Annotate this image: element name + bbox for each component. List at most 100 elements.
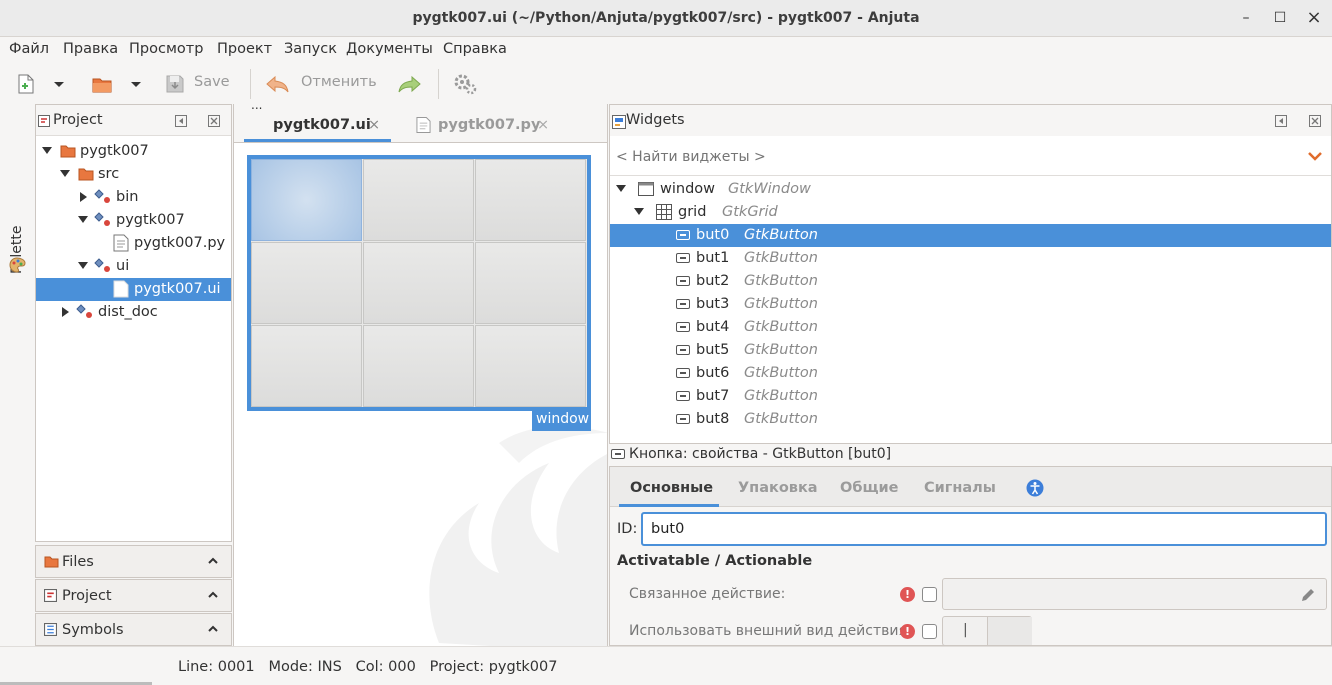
- expander-down-icon[interactable]: [78, 216, 88, 223]
- undo-button[interactable]: Отменить: [301, 74, 377, 90]
- switch-knob[interactable]: [987, 617, 1032, 645]
- tree-item-pygtk007-target[interactable]: pygtk007: [36, 209, 231, 232]
- grid-button-but6[interactable]: [251, 325, 362, 407]
- palette-strip[interactable]: Palette: [0, 104, 35, 646]
- widget-name: but7: [696, 388, 730, 404]
- widget-row-but7[interactable]: but7 GtkButton: [610, 385, 1331, 408]
- widget-row-but0[interactable]: but0 GtkButton: [610, 224, 1331, 247]
- menu-view[interactable]: Просмотр: [129, 41, 203, 57]
- widget-row-grid[interactable]: grid GtkGrid: [610, 201, 1331, 224]
- window-widget[interactable]: [247, 155, 591, 411]
- chevron-up-icon[interactable]: [207, 623, 219, 635]
- new-dropdown-icon[interactable]: [52, 73, 66, 95]
- tree-item-dist-doc[interactable]: dist_doc: [36, 301, 231, 324]
- tree-item-pygtk007-py[interactable]: pygtk007.py: [36, 232, 231, 255]
- accessibility-icon[interactable]: [1026, 479, 1044, 497]
- widget-row-but5[interactable]: but5 GtkButton: [610, 339, 1331, 362]
- widget-type: GtkWindow: [728, 181, 811, 197]
- window-label-tag[interactable]: window: [532, 409, 591, 431]
- tab-pygtk007-ui[interactable]: pygtk007.ui ×: [244, 108, 391, 142]
- tab-common[interactable]: Общие: [840, 480, 898, 496]
- menu-edit[interactable]: Правка: [63, 41, 118, 57]
- undo-icon[interactable]: [265, 73, 291, 95]
- tab-packing[interactable]: Упаковка: [738, 480, 818, 496]
- build-gears-icon[interactable]: [453, 73, 479, 95]
- ui-designer-canvas[interactable]: window: [234, 142, 607, 646]
- id-input[interactable]: [641, 512, 1327, 546]
- button-widget-icon: [676, 391, 690, 401]
- grid-button-but1[interactable]: [363, 159, 474, 241]
- widget-row-but4[interactable]: but4 GtkButton: [610, 316, 1331, 339]
- related-action-checkbox[interactable]: [922, 587, 937, 602]
- expander-down-icon[interactable]: [616, 185, 626, 192]
- expander-down-icon[interactable]: [634, 208, 644, 215]
- chevron-up-icon[interactable]: [207, 555, 219, 567]
- folder-icon: [78, 168, 94, 181]
- tree-item-src[interactable]: src: [36, 163, 231, 186]
- close-panel-icon[interactable]: [208, 115, 220, 127]
- save-icon[interactable]: [164, 73, 186, 95]
- symbols-section[interactable]: Symbols: [35, 613, 232, 646]
- grid-button-but5[interactable]: [475, 242, 586, 324]
- tree-item-label: pygtk007: [116, 212, 185, 228]
- button-widget-icon: [676, 345, 690, 355]
- maximize-button[interactable]: ☐: [1268, 7, 1292, 29]
- dock-icon[interactable]: [1275, 115, 1287, 127]
- grid-button-but8[interactable]: [475, 325, 586, 407]
- button-widget-icon: [676, 276, 690, 286]
- widget-row-but3[interactable]: but3 GtkButton: [610, 293, 1331, 316]
- project-section[interactable]: Project: [35, 579, 232, 612]
- tree-item-project-root[interactable]: pygtk007: [36, 140, 231, 163]
- expander-down-icon[interactable]: [78, 262, 88, 269]
- close-button[interactable]: ×: [1302, 7, 1326, 29]
- tab-pygtk007-py[interactable]: pygtk007.py ×: [392, 108, 560, 142]
- grid-button-but4[interactable]: [363, 242, 474, 324]
- expander-down-icon[interactable]: [60, 170, 70, 177]
- button-widget-icon: [676, 322, 690, 332]
- widget-row-but2[interactable]: but2 GtkButton: [610, 270, 1331, 293]
- grid-button-but3[interactable]: [251, 242, 362, 324]
- related-action-field[interactable]: [942, 578, 1327, 610]
- dock-icon[interactable]: [175, 115, 187, 127]
- button-widget-icon: [676, 414, 690, 424]
- tab-label: pygtk007.ui: [273, 117, 371, 133]
- minimize-button[interactable]: –: [1234, 7, 1258, 29]
- redo-icon[interactable]: [396, 73, 422, 95]
- widget-row-but8[interactable]: but8 GtkButton: [610, 408, 1331, 431]
- tree-item-pygtk007-ui[interactable]: pygtk007.ui: [36, 278, 231, 301]
- chevron-down-icon[interactable]: [1307, 151, 1323, 163]
- chevron-up-icon[interactable]: [207, 589, 219, 601]
- tab-signals[interactable]: Сигналы: [924, 480, 996, 496]
- grid-button-but2[interactable]: [475, 159, 586, 241]
- open-dropdown-icon[interactable]: [129, 73, 143, 95]
- widget-row-but6[interactable]: but6 GtkButton: [610, 362, 1331, 385]
- grid-button-but0[interactable]: [251, 159, 362, 241]
- widget-row-window[interactable]: window GtkWindow: [610, 178, 1331, 201]
- open-folder-icon[interactable]: [91, 73, 113, 95]
- menu-documents[interactable]: Документы: [346, 41, 433, 57]
- expander-down-icon[interactable]: [42, 147, 52, 154]
- tree-item-ui[interactable]: ui: [36, 255, 231, 278]
- palette-icon[interactable]: [9, 257, 26, 274]
- widget-row-but1[interactable]: but1 GtkButton: [610, 247, 1331, 270]
- expander-right-icon[interactable]: [80, 192, 87, 202]
- tab-close-icon[interactable]: ×: [537, 117, 549, 133]
- tab-general[interactable]: Основные: [630, 480, 713, 496]
- menu-project[interactable]: Проект: [217, 41, 272, 57]
- edit-pencil-icon[interactable]: [1300, 587, 1316, 603]
- tab-close-icon[interactable]: ×: [368, 117, 380, 133]
- expander-right-icon[interactable]: [62, 307, 69, 317]
- save-button[interactable]: Save: [194, 74, 230, 90]
- widget-search-input[interactable]: [616, 142, 1306, 171]
- use-action-appearance-label: Использовать внешний вид действия:: [629, 623, 912, 639]
- use-action-appearance-checkbox[interactable]: [922, 624, 937, 639]
- menu-help[interactable]: Справка: [443, 41, 507, 57]
- new-file-icon[interactable]: [15, 73, 37, 95]
- tree-item-bin[interactable]: bin: [36, 186, 231, 209]
- files-section[interactable]: Files: [35, 545, 232, 578]
- menu-run[interactable]: Запуск: [284, 41, 337, 57]
- use-action-appearance-switch[interactable]: |: [942, 616, 1032, 645]
- menu-file[interactable]: Файл: [9, 41, 49, 57]
- close-panel-icon[interactable]: [1309, 115, 1321, 127]
- grid-button-but7[interactable]: [363, 325, 474, 407]
